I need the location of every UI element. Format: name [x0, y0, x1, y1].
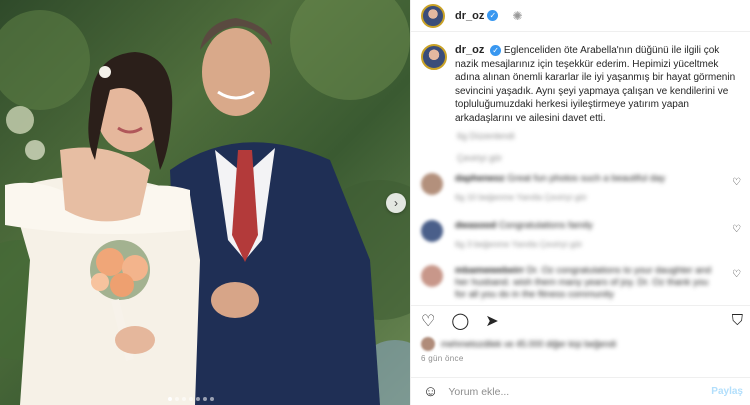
carousel-dot	[203, 397, 207, 401]
post-caption: dr_oz ✓ Eglenceliden öte Arabella'nın dü…	[411, 32, 750, 125]
carousel-dot	[168, 397, 172, 401]
carousel-dot	[175, 397, 179, 401]
comment-like-heart-icon[interactable]: ♡	[732, 177, 741, 188]
post-side-panel: dr_oz ✓ ✺ dr_oz ✓ Eglenceliden öte Arabe…	[410, 0, 750, 405]
comment-username[interactable]: dapheneoz	[455, 173, 505, 184]
wedding-photo-illustration	[0, 0, 410, 405]
comment-avatar[interactable]	[421, 220, 443, 242]
add-comment-bar: ☺ Paylaş	[411, 377, 750, 405]
verified-badge-icon: ✓	[487, 10, 499, 21]
comment-like-heart-icon[interactable]: ♡	[732, 224, 741, 235]
share-send-icon[interactable]: ➤	[485, 311, 498, 331]
comment-username[interactable]: dwasood	[455, 220, 496, 231]
emoji-smiley-icon[interactable]: ☺	[423, 383, 438, 400]
post-header: dr_oz ✓ ✺	[411, 0, 750, 32]
caption-author-avatar[interactable]	[421, 44, 447, 70]
carousel-dot	[196, 397, 200, 401]
caption-verified-badge-icon: ✓	[490, 45, 502, 57]
post-actions-bar: ♡ ◯ ➤ ⛉	[411, 305, 750, 335]
like-heart-icon[interactable]: ♡	[421, 311, 435, 331]
comment-input[interactable]	[448, 385, 699, 398]
comment-item: dwasood Congratulations family 6g 3 beğe…	[421, 220, 741, 250]
comment-avatar[interactable]	[421, 265, 443, 287]
liked-by-avatar	[421, 337, 435, 351]
comment-meta[interactable]: 6g 3 beğenme Yanıtla Çeviriyi gör	[455, 238, 720, 250]
post-photo[interactable]: ›	[0, 0, 410, 405]
carousel-next-button[interactable]: ›	[386, 193, 406, 213]
comment-bubble-icon[interactable]: ◯	[451, 311, 469, 331]
caption-meta: 6g Düzenlendi	[457, 131, 515, 141]
see-translation-link[interactable]: Çeviriyi gör	[457, 153, 750, 163]
author-username[interactable]: dr_oz	[455, 10, 484, 22]
caption-username[interactable]: dr_oz	[455, 44, 484, 56]
comment-item: dapheneoz Great fun photos such a beauti…	[421, 173, 741, 203]
comment-text: Great fun photos such a beautiful day	[507, 173, 666, 184]
comment-like-heart-icon[interactable]: ♡	[732, 269, 741, 280]
comment-username[interactable]: mbamwwebeirr	[455, 265, 524, 276]
comment-meta[interactable]: 6g 10 beğenme Yanıtla Çeviriyi gör	[455, 191, 720, 203]
bookmark-icon[interactable]: ⛉	[732, 312, 743, 329]
carousel-dot	[182, 397, 186, 401]
carousel-dot	[189, 397, 193, 401]
post-comment-button[interactable]: Paylaş	[711, 386, 743, 397]
loading-spinner-icon: ✺	[512, 8, 523, 23]
carousel-indicator	[168, 397, 214, 401]
liked-by-text: mehmetozdilek ve 45.000 diğer kişi beğen…	[441, 339, 617, 349]
author-avatar[interactable]	[421, 3, 445, 28]
comment-item: mbamwwebeirr Dr. Oz congratulations to y…	[421, 265, 741, 301]
liked-by[interactable]: mehmetozdilek ve 45.000 diğer kişi beğen…	[421, 337, 616, 351]
comment-avatar[interactable]	[421, 173, 443, 195]
comment-text: Congratulations family	[498, 220, 593, 231]
carousel-dot	[210, 397, 214, 401]
post-timestamp[interactable]: 6 gün önce	[421, 354, 464, 363]
